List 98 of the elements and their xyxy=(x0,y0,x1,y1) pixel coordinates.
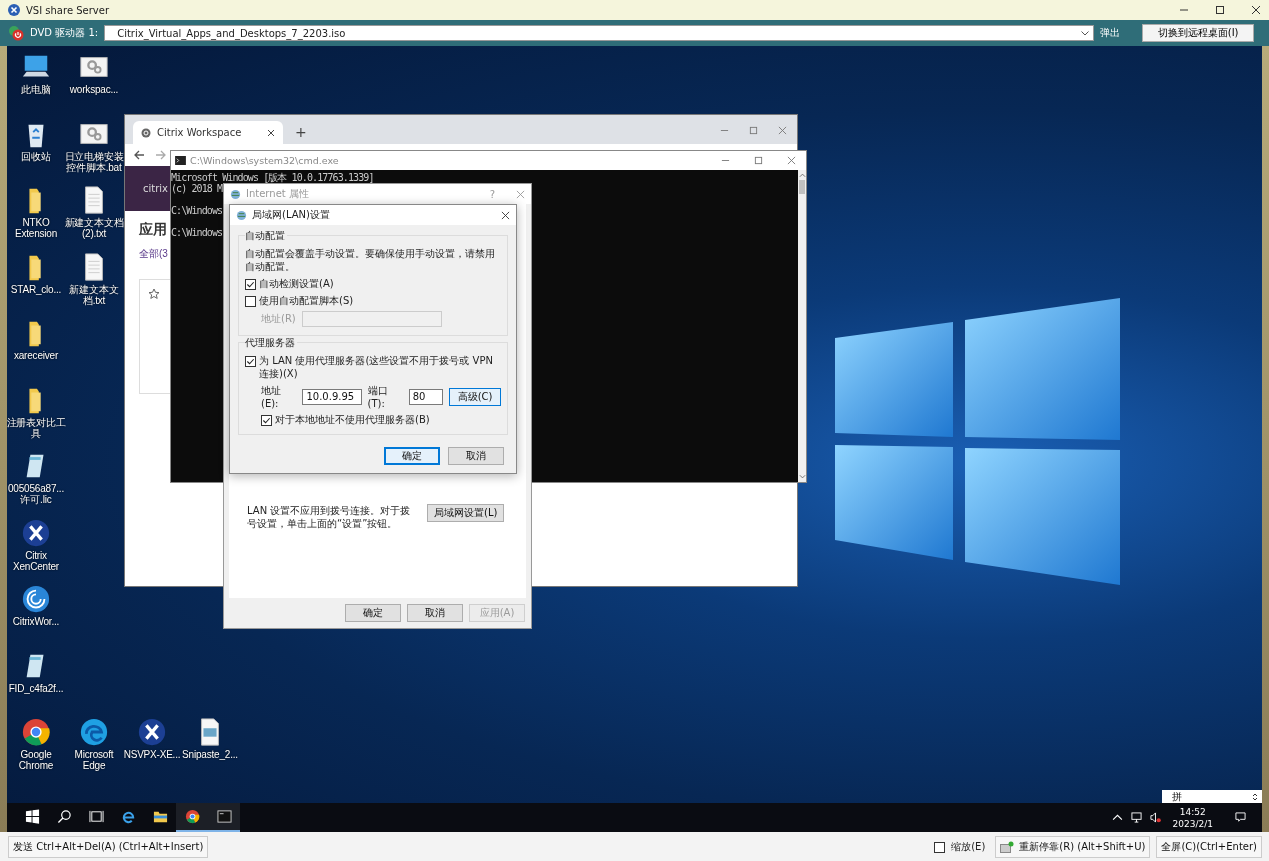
checkbox[interactable] xyxy=(245,356,256,367)
checkbox-label: 缩放(E) xyxy=(951,840,986,853)
icon-label: 新建文本文档.txt xyxy=(68,283,120,306)
iso-dropdown[interactable]: Citrix_Virtual_Apps_and_Desktops_7_2203.iso xyxy=(104,25,1095,41)
icon-label: 日立电梯安装控件脚本.bat xyxy=(63,150,125,173)
advanced-button[interactable]: 高级(C) xyxy=(449,387,501,406)
group-note: 自动配置会覆盖手动设置。要确保使用手动设置，请禁用自动配置。 xyxy=(245,247,496,273)
globe-icon xyxy=(236,209,247,221)
console-line: C:\Windows xyxy=(171,205,223,216)
browser-tab[interactable]: Citrix Workspace xyxy=(133,121,283,144)
network-icon[interactable] xyxy=(1130,812,1142,823)
console-line: (c) 2018 M xyxy=(171,183,223,194)
x-logo-icon[interactable] xyxy=(137,717,167,747)
globe-icon xyxy=(230,188,241,200)
spiral-logo-icon xyxy=(141,127,151,138)
checkbox-label: 为 LAN 使用代理服务器(这些设置不用于拨号或 VPN 连接)(X) xyxy=(259,354,494,380)
input-field[interactable]: 10.0.9.95 xyxy=(302,388,362,405)
star-icon[interactable] xyxy=(148,288,160,300)
scroll-thumb[interactable] xyxy=(799,180,805,194)
send-keys-button[interactable]: 发送 Ctrl+Alt+Del(A) (Ctrl+Alt+Insert) xyxy=(8,835,209,858)
group-label: 自动配置 xyxy=(245,229,287,243)
caret-icon[interactable] xyxy=(1081,30,1090,36)
dialog-button[interactable]: 确定 xyxy=(384,447,440,465)
search-icon[interactable] xyxy=(56,809,72,824)
edge-icon[interactable] xyxy=(79,717,109,747)
checkbox-label: 使用自动配置脚本(S) xyxy=(259,294,354,307)
start-icon[interactable] xyxy=(24,809,40,824)
dialog-title: Internet 属性 xyxy=(246,187,309,201)
icon-label: 回收站 xyxy=(20,150,52,162)
close-icon[interactable] xyxy=(501,210,510,220)
checkbox-label: 自动检测设置(A) xyxy=(259,277,334,290)
icon-label: Snipaste_2... xyxy=(181,749,239,760)
maximize-icon[interactable] xyxy=(1215,5,1225,15)
redock-button[interactable]: 重新停靠(R) (Alt+Shift+U) xyxy=(995,835,1151,858)
fullscreen-button[interactable]: 全屏(C)(Ctrl+Enter) xyxy=(1156,835,1262,858)
icon-label: 005056a87... 许可.lic xyxy=(7,483,65,505)
checkbox-label: 对于本地地址不使用代理服务器(B) xyxy=(275,413,430,426)
icon-label: CitrixWor... xyxy=(11,616,61,627)
icon-label: workspac... xyxy=(68,84,120,95)
icon-label: FID_c4fa2f... xyxy=(7,682,65,694)
notification-icon[interactable] xyxy=(1235,812,1246,823)
scrollbar[interactable] xyxy=(798,170,806,482)
app-icon xyxy=(8,4,20,16)
icon-label: Google Chrome xyxy=(17,749,55,771)
clock-date: 2023/2/1 xyxy=(1172,817,1213,830)
checkbox[interactable] xyxy=(245,296,256,307)
brand-label: citrix xyxy=(143,183,168,194)
input-field[interactable]: 80 xyxy=(408,388,444,405)
window-title: C:\Windows\system32\cmd.exe xyxy=(190,155,339,166)
icon-label: 此电脑 xyxy=(20,84,52,95)
icon-label: NSVPX-XE... xyxy=(122,749,182,760)
task-view-icon[interactable] xyxy=(88,809,104,824)
chevron-up-icon[interactable] xyxy=(1111,812,1123,823)
icon-label: 新建文本文档(2).txt xyxy=(63,217,125,239)
dialog-title: 局域网(LAN)设置 xyxy=(252,208,330,222)
console-line: Microsoft Windows [版本 10.0.17763.1339] xyxy=(171,172,374,183)
chrome-icon[interactable] xyxy=(21,717,51,747)
dialog-button[interactable]: 取消 xyxy=(407,604,463,622)
icon-label: xareceiver xyxy=(12,350,60,361)
terminal-icon[interactable] xyxy=(216,809,232,824)
icon-label: Citrix XenCenter xyxy=(12,549,60,572)
console-line: C:\Windows xyxy=(171,227,223,238)
icon-label: 注册表对比工具 xyxy=(7,416,67,439)
terminal-icon xyxy=(175,156,186,165)
switch-button[interactable]: 切换到远程桌面(I) xyxy=(1142,24,1255,42)
icon-label: NTKO Extension xyxy=(13,217,59,239)
chrome-icon[interactable] xyxy=(184,809,200,824)
checkbox[interactable] xyxy=(934,842,946,853)
filter-tab[interactable]: 全部(3 xyxy=(139,247,168,261)
volume-muted-icon[interactable] xyxy=(1149,812,1161,823)
close-icon[interactable] xyxy=(1251,5,1261,15)
lan-note: LAN 设置不应用到拨号连接。对于拨号设置，单击上面的“设置”按钮。 xyxy=(247,504,412,530)
ime-bar[interactable]: 拼 xyxy=(1162,790,1262,803)
close-icon[interactable] xyxy=(267,128,275,137)
icon-label: Microsoft Edge xyxy=(73,749,115,771)
drive-label: DVD 驱动器 1: xyxy=(30,26,99,40)
eject-link[interactable]: 弹出 xyxy=(1100,26,1121,40)
back-icon[interactable] xyxy=(133,149,145,161)
dialog-button[interactable]: 取消 xyxy=(448,447,504,465)
new-tab-button[interactable]: + xyxy=(295,124,307,140)
clock-time: 14:52 xyxy=(1179,805,1206,818)
dock-icon xyxy=(1000,840,1015,853)
disc-icon xyxy=(8,25,24,41)
dialog-button[interactable]: 确定 xyxy=(345,604,401,622)
lan-settings-button[interactable]: 局域网设置(L) xyxy=(427,504,505,522)
checkbox[interactable] xyxy=(245,279,256,290)
checkbox[interactable] xyxy=(261,415,272,426)
group-label: 代理服务器 xyxy=(245,336,297,350)
field-label: 地址(R) xyxy=(261,312,296,326)
x-logo-icon[interactable] xyxy=(21,517,51,548)
e-logo-icon[interactable] xyxy=(120,809,136,824)
field-label: 地址(E): xyxy=(261,384,282,409)
folder-icon[interactable] xyxy=(152,809,168,824)
window-title: VSI share Server xyxy=(26,4,109,16)
field-label: 端口(T): xyxy=(367,384,389,409)
page-heading: 应用 xyxy=(139,221,167,239)
icon-label: STAR_clo... xyxy=(9,283,63,295)
spiral-logo-icon[interactable] xyxy=(21,584,51,614)
